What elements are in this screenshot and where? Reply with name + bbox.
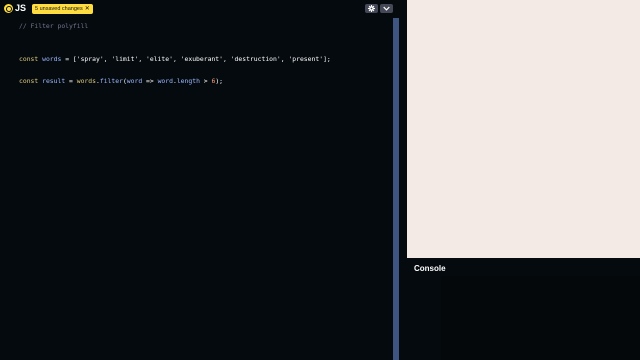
code-token: words [76, 77, 96, 85]
code-token: > [199, 77, 212, 85]
code-line[interactable] [19, 32, 387, 43]
unsaved-changes-text: 5 unsaved changes [35, 6, 83, 12]
code-token: , [222, 55, 231, 63]
unsaved-changes-badge[interactable]: 5 unsaved changes ✕ [32, 4, 93, 14]
code-token: filter [99, 77, 123, 85]
code-token: words [42, 55, 62, 63]
code-token: ); [215, 77, 224, 85]
code-token: 'spray' [76, 55, 104, 63]
result-preview [407, 0, 640, 258]
editor-settings-button[interactable] [365, 4, 378, 13]
code-token: // Filter polyfill [19, 22, 89, 30]
code-line[interactable] [19, 43, 387, 54]
code-token: const [19, 55, 43, 63]
js-language-icon [4, 4, 13, 13]
console-title: Console [414, 264, 446, 273]
code-editor[interactable]: // Filter polyfill const words = ['spray'… [19, 21, 387, 87]
console-panel: Console [407, 258, 640, 360]
code-line[interactable]: const words = ['spray', 'limit', 'elite'… [19, 54, 387, 65]
editor-collapse-button[interactable] [380, 4, 393, 13]
code-token: 'present' [288, 55, 324, 63]
pane-resizer[interactable] [393, 18, 399, 360]
code-token: , [172, 55, 181, 63]
code-token: length [176, 77, 200, 85]
editor-header: JS 5 unsaved changes ✕ [0, 0, 393, 18]
code-token: = [65, 77, 77, 85]
code-token: = [ [61, 55, 77, 63]
code-line[interactable]: const result = words.filter(word => word… [19, 76, 387, 87]
code-token: 'destruction' [230, 55, 281, 63]
chevron-down-icon [383, 6, 390, 11]
code-token: const [19, 77, 43, 85]
code-token: word [157, 77, 173, 85]
code-line[interactable] [19, 65, 387, 76]
code-token: result [42, 77, 66, 85]
code-token: 'limit' [111, 55, 139, 63]
close-icon[interactable]: ✕ [85, 4, 90, 14]
code-token: => [142, 77, 158, 85]
code-token: word [126, 77, 143, 85]
code-token: ]; [323, 55, 331, 63]
code-token: , [138, 55, 147, 63]
code-token: 'elite' [146, 55, 173, 63]
code-line[interactable]: // Filter polyfill [19, 21, 387, 32]
code-token: 'exuberant' [180, 55, 223, 63]
js-editor-pane[interactable]: JS 5 unsaved changes ✕ // Filter polyfil… [0, 0, 393, 360]
gear-icon [368, 5, 375, 12]
console-output[interactable] [441, 276, 640, 360]
editor-language-label: JS [15, 3, 27, 13]
